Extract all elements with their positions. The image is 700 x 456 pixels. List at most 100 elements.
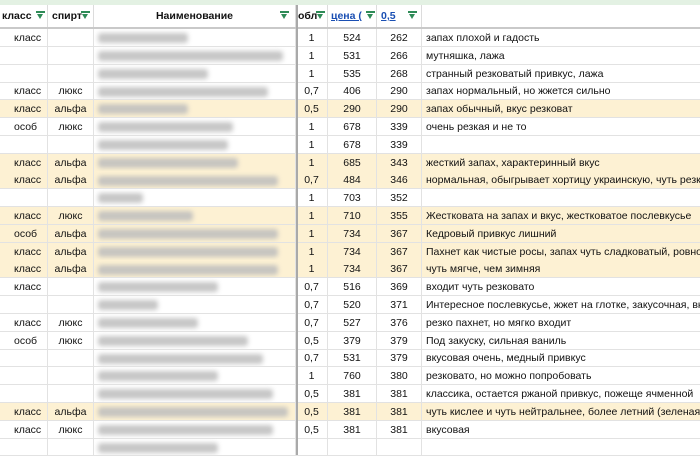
cell-comment[interactable]: чуть мягче, чем зимняя [422,260,700,279]
cell-name[interactable] [94,313,296,332]
cell-half[interactable]: 268 [377,64,422,83]
cell-comment[interactable]: Кедровый привкус лишний [422,225,700,243]
cell-klass[interactable]: класс [0,100,48,119]
filter-icon[interactable] [81,11,90,20]
cell-spirt[interactable]: альфа [48,242,94,261]
cell-obl[interactable]: 1 [296,224,328,243]
cell-comment[interactable]: запах плохой и гадость [422,29,700,47]
cell-name[interactable] [94,438,296,456]
cell-klass[interactable]: класс [0,278,48,297]
header-comment[interactable] [422,5,700,27]
cell-half[interactable]: 290 [377,82,422,101]
cell-spirt[interactable]: люкс [48,207,94,225]
cell-name[interactable] [94,118,296,136]
cell-comment[interactable]: очень резкая и не то [422,118,700,136]
cell-name[interactable] [94,153,296,172]
cell-half[interactable]: 367 [377,260,422,279]
cell-klass[interactable]: класс [0,420,48,439]
cell-spirt[interactable] [48,438,94,456]
cell-price[interactable]: 527 [328,313,377,332]
header-half[interactable]: 0,5 [377,5,422,27]
cell-price[interactable]: 710 [328,207,377,225]
cell-name[interactable] [94,46,296,65]
cell-comment[interactable]: запах нормальный, но жжется сильно [422,82,700,101]
cell-spirt[interactable] [48,349,94,368]
cell-price[interactable]: 379 [328,331,377,350]
cell-name[interactable] [94,260,296,279]
cell-price[interactable]: 520 [328,296,377,314]
cell-obl[interactable]: 0,7 [296,296,328,314]
cell-klass[interactable]: класс [0,82,48,101]
cell-half[interactable]: 346 [377,171,422,190]
header-klass[interactable]: класс [0,5,48,27]
cell-spirt[interactable]: альфа [48,402,94,421]
cell-half[interactable]: 379 [377,331,422,350]
cell-name[interactable] [94,171,296,190]
cell-klass[interactable] [0,46,48,65]
cell-price[interactable]: 734 [328,224,377,243]
cell-obl[interactable]: 1 [296,118,328,136]
cell-spirt[interactable]: альфа [48,224,94,243]
cell-klass[interactable] [0,296,48,314]
cell-comment[interactable]: запах обычный, вкус резковат [422,100,700,119]
cell-price[interactable]: 524 [328,29,377,47]
cell-spirt[interactable]: альфа [48,260,94,279]
cell-half[interactable]: 381 [377,402,422,421]
cell-klass[interactable]: класс [0,313,48,332]
cell-spirt[interactable]: альфа [48,171,94,190]
cell-comment[interactable]: классика, остается ржаной привкус, пожещ… [422,385,700,403]
cell-comment[interactable]: входит чуть резковато [422,278,700,297]
cell-price[interactable]: 484 [328,171,377,190]
cell-spirt[interactable]: альфа [48,100,94,119]
cell-price[interactable]: 535 [328,64,377,83]
cell-name[interactable] [94,331,296,350]
cell-klass[interactable] [0,385,48,403]
cell-comment[interactable]: чуть кислее и чуть нейтральнее, более ле… [422,403,700,421]
cell-comment[interactable]: Пахнет как чистые росы, запах чуть сладк… [422,243,700,261]
cell-spirt[interactable]: альфа [48,153,94,172]
cell-spirt[interactable] [48,46,94,65]
cell-half[interactable]: 376 [377,313,422,332]
cell-obl[interactable]: 0,5 [296,402,328,421]
cell-obl[interactable]: 0,7 [296,313,328,332]
cell-obl[interactable]: 0,7 [296,171,328,190]
cell-obl[interactable]: 1 [296,153,328,172]
cell-obl[interactable]: 0,5 [296,100,328,119]
cell-name[interactable] [94,224,296,243]
header-obl[interactable]: обл [296,5,328,27]
cell-spirt[interactable]: люкс [48,313,94,332]
filter-icon[interactable] [366,11,375,20]
cell-half[interactable]: 339 [377,118,422,136]
cell-spirt[interactable]: люкс [48,420,94,439]
cell-price[interactable]: 734 [328,242,377,261]
cell-comment[interactable] [422,136,700,154]
cell-price[interactable]: 734 [328,260,377,279]
cell-spirt[interactable] [48,385,94,403]
header-name[interactable]: Наименование [94,5,296,27]
cell-obl[interactable]: 1 [296,29,328,47]
cell-comment[interactable]: Интересное послевкусье, жжет на глотке, … [422,296,700,314]
cell-price[interactable]: 381 [328,420,377,439]
cell-spirt[interactable] [48,135,94,154]
cell-half[interactable]: 355 [377,207,422,225]
cell-half[interactable]: 367 [377,224,422,243]
cell-klass[interactable]: особ [0,118,48,136]
cell-obl[interactable] [296,438,328,456]
cell-price[interactable]: 516 [328,278,377,297]
cell-price[interactable]: 531 [328,46,377,65]
cell-klass[interactable]: класс [0,207,48,225]
cell-comment[interactable] [422,438,700,456]
cell-klass[interactable] [0,135,48,154]
cell-comment[interactable]: Жестковата на запах и вкус, жестковатое … [422,207,700,225]
cell-klass[interactable] [0,349,48,368]
cell-obl[interactable]: 0,7 [296,82,328,101]
cell-name[interactable] [94,189,296,208]
cell-name[interactable] [94,207,296,225]
cell-half[interactable]: 367 [377,242,422,261]
cell-name[interactable] [94,135,296,154]
cell-half[interactable]: 266 [377,46,422,65]
filter-icon[interactable] [408,11,417,20]
cell-spirt[interactable] [48,64,94,83]
cell-comment[interactable]: резко пахнет, но мягко входит [422,314,700,332]
cell-half[interactable]: 379 [377,349,422,368]
